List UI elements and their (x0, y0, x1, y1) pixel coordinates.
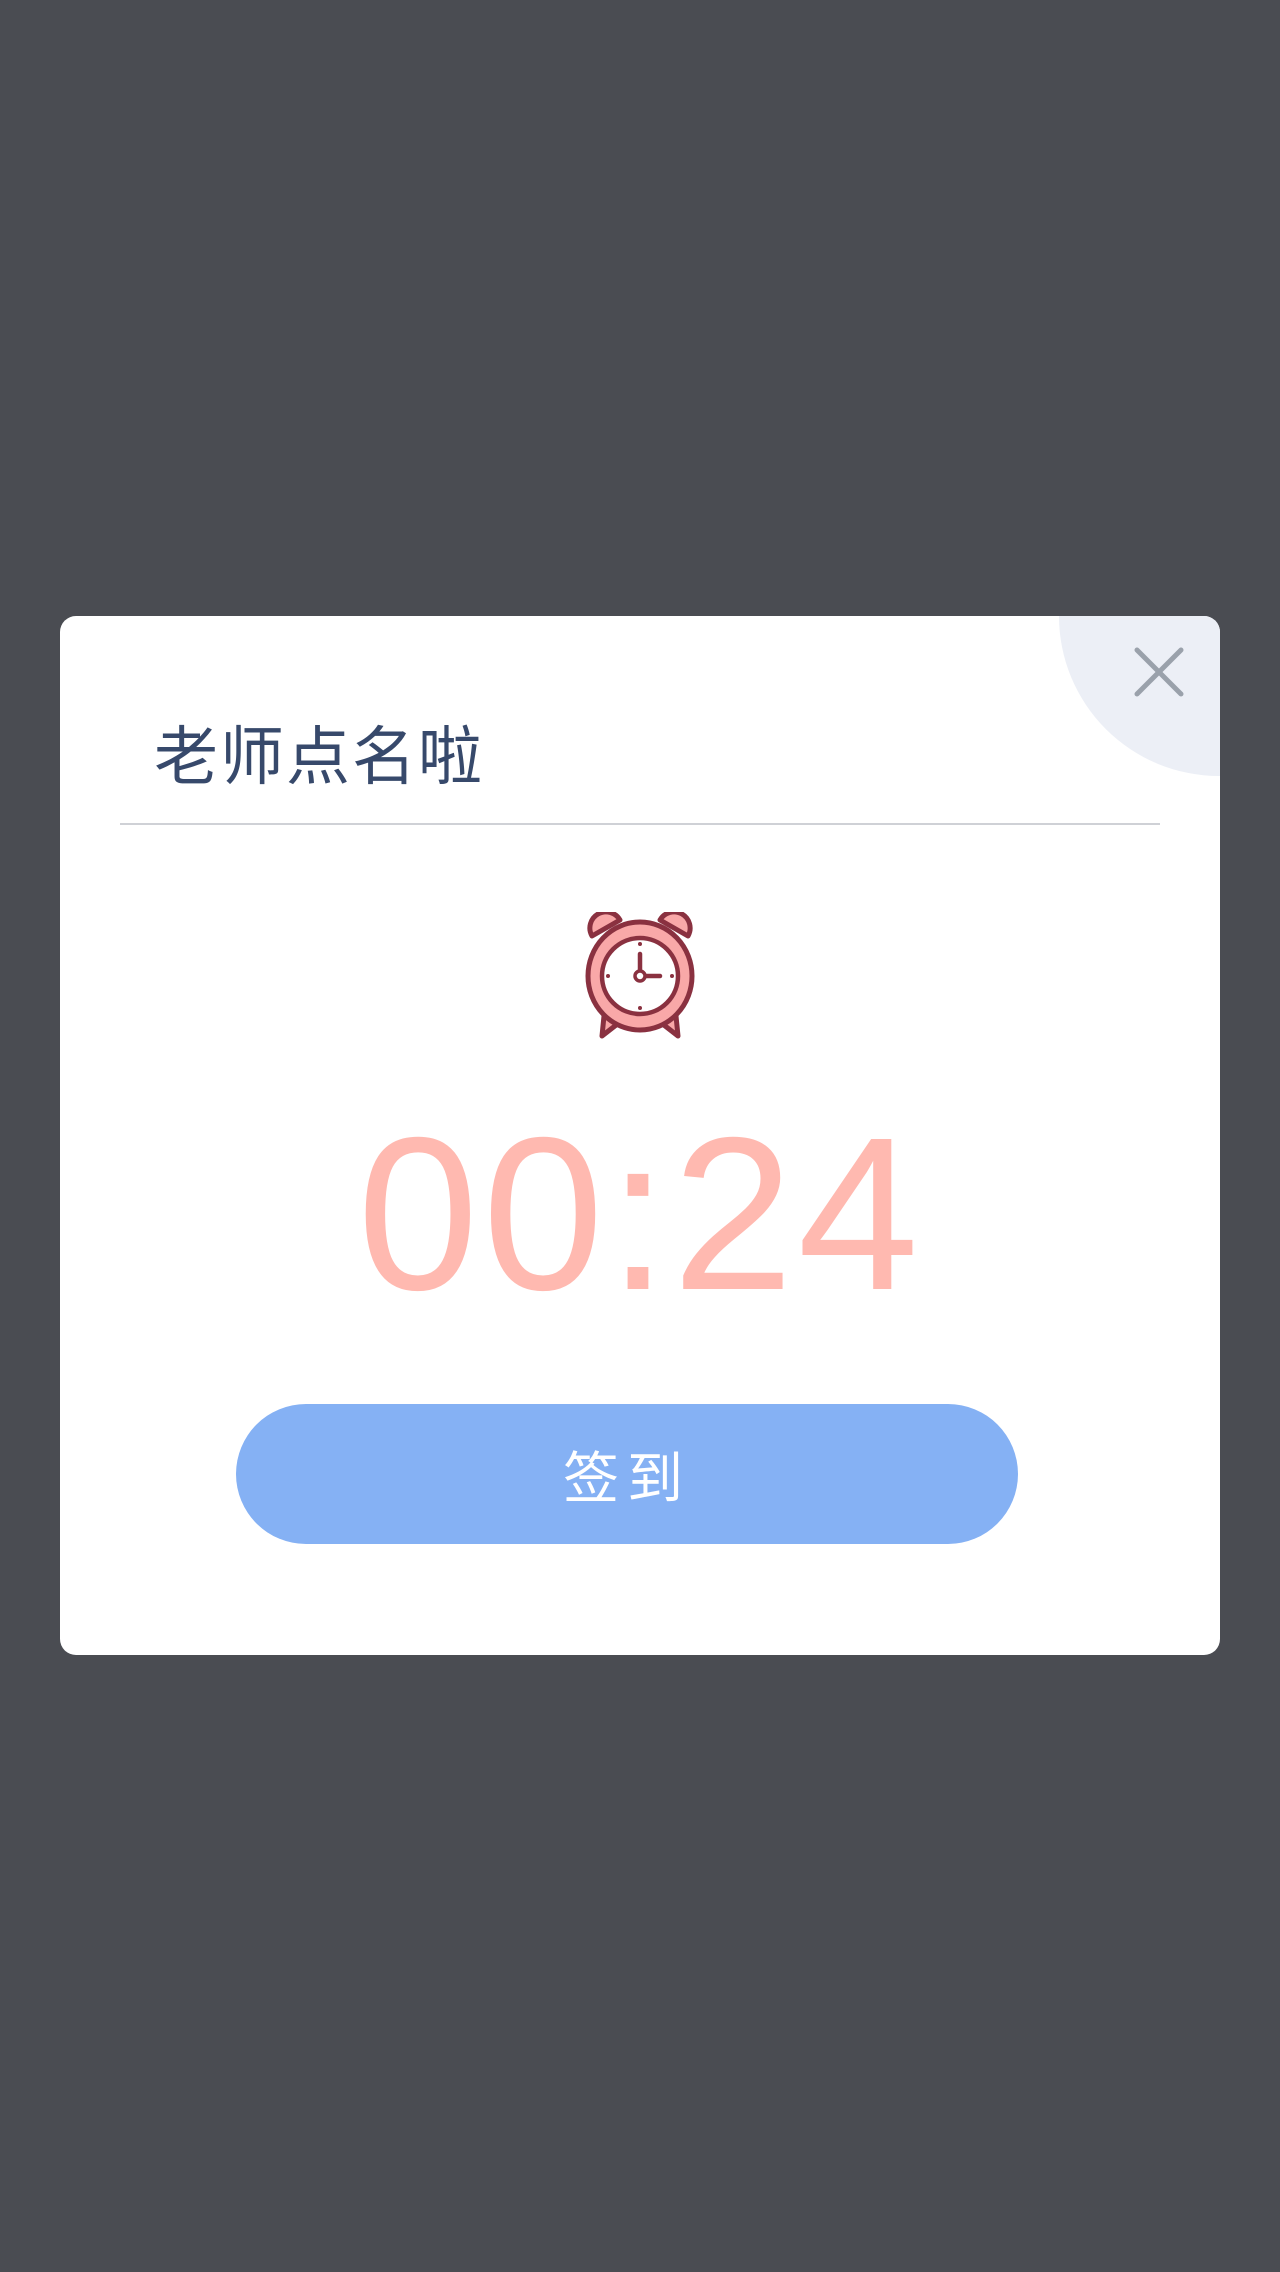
close-icon[interactable] (1129, 642, 1189, 702)
page-backdrop: { "dialog": { "title": "老师点名啦", "countdo… (0, 0, 1280, 2272)
title-divider (120, 823, 1160, 825)
alarm-clock-icon (585, 912, 695, 1039)
dialog-title: 老师点名啦 (154, 721, 484, 795)
countdown-timer: 00:24 (357, 1093, 923, 1336)
check-in-button[interactable]: 签到 (236, 1404, 1018, 1544)
roll-call-dialog: 老师点名啦 00:24 签到 (60, 616, 1220, 1655)
